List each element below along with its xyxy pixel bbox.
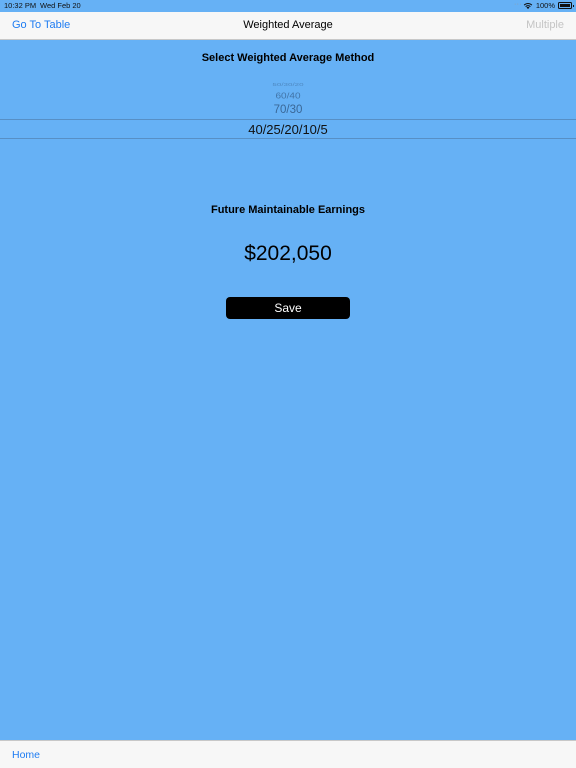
- multiple-button[interactable]: Multiple: [526, 19, 564, 31]
- navigation-bar: Go To Table Weighted Average Multiple: [0, 12, 576, 40]
- status-bar: 10:32 PM Wed Feb 20 ··· 100%: [0, 0, 576, 12]
- picker-heading: Select Weighted Average Method: [201, 52, 375, 64]
- battery-full-icon: [558, 2, 574, 9]
- picker-option[interactable]: 50/30/20: [0, 82, 576, 87]
- save-button[interactable]: Save: [226, 297, 350, 319]
- fme-value: $202,050: [244, 242, 332, 265]
- status-date: Wed Feb 20: [40, 1, 81, 10]
- page-title: Weighted Average: [243, 19, 333, 31]
- status-time: 10:32 PM: [4, 1, 37, 10]
- picker-option[interactable]: 70/30: [0, 104, 576, 116]
- status-indicators: 100%: [523, 1, 574, 10]
- picker-selection-divider: [0, 119, 576, 120]
- picker-selected-option[interactable]: 40/25/20/10/5: [0, 122, 576, 137]
- bottom-toolbar: Home: [0, 740, 576, 768]
- picker-option[interactable]: 60/40: [0, 92, 576, 101]
- fme-label: Future Maintainable Earnings: [210, 204, 366, 216]
- weighted-average-method-picker[interactable]: 50/30/20 60/40 70/30 40/25/20/10/5: [0, 74, 576, 144]
- wifi-icon: [523, 2, 533, 9]
- multitask-dots-icon: ···: [514, 1, 522, 8]
- picker-selection-divider: [0, 138, 576, 139]
- battery-percent: 100%: [535, 1, 555, 10]
- home-button[interactable]: Home: [12, 749, 40, 761]
